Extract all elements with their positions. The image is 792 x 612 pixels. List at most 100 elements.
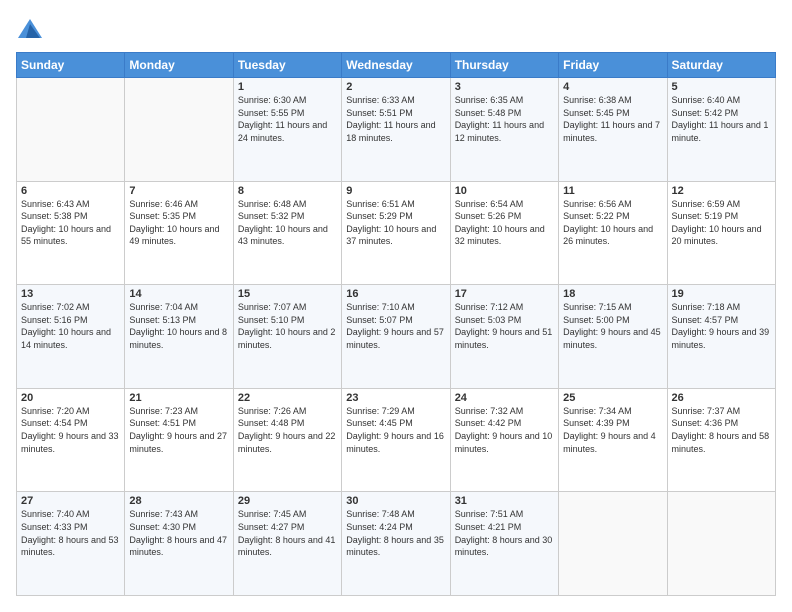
day-info: Sunrise: 7:04 AMSunset: 5:13 PMDaylight:… [129, 301, 228, 351]
weekday-header-sunday: Sunday [17, 53, 125, 78]
day-info: Sunrise: 7:40 AMSunset: 4:33 PMDaylight:… [21, 508, 120, 558]
day-number: 4 [563, 81, 662, 93]
day-number: 23 [346, 392, 445, 404]
day-cell: 24 Sunrise: 7:32 AMSunset: 4:42 PMDaylig… [450, 388, 558, 492]
day-info: Sunrise: 6:43 AMSunset: 5:38 PMDaylight:… [21, 198, 120, 248]
weekday-header-saturday: Saturday [667, 53, 775, 78]
day-info: Sunrise: 7:18 AMSunset: 4:57 PMDaylight:… [672, 301, 771, 351]
day-cell: 16 Sunrise: 7:10 AMSunset: 5:07 PMDaylig… [342, 285, 450, 389]
day-number: 14 [129, 288, 228, 300]
day-number: 28 [129, 495, 228, 507]
weekday-header-friday: Friday [559, 53, 667, 78]
day-number: 11 [563, 185, 662, 197]
page: SundayMondayTuesdayWednesdayThursdayFrid… [0, 0, 792, 612]
day-info: Sunrise: 7:26 AMSunset: 4:48 PMDaylight:… [238, 405, 337, 455]
day-cell: 7 Sunrise: 6:46 AMSunset: 5:35 PMDayligh… [125, 181, 233, 285]
day-number: 27 [21, 495, 120, 507]
day-number: 31 [455, 495, 554, 507]
day-info: Sunrise: 7:23 AMSunset: 4:51 PMDaylight:… [129, 405, 228, 455]
day-cell: 18 Sunrise: 7:15 AMSunset: 5:00 PMDaylig… [559, 285, 667, 389]
day-cell: 14 Sunrise: 7:04 AMSunset: 5:13 PMDaylig… [125, 285, 233, 389]
day-cell: 3 Sunrise: 6:35 AMSunset: 5:48 PMDayligh… [450, 78, 558, 182]
day-info: Sunrise: 6:46 AMSunset: 5:35 PMDaylight:… [129, 198, 228, 248]
day-number: 18 [563, 288, 662, 300]
day-cell: 15 Sunrise: 7:07 AMSunset: 5:10 PMDaylig… [233, 285, 341, 389]
day-cell: 23 Sunrise: 7:29 AMSunset: 4:45 PMDaylig… [342, 388, 450, 492]
day-cell: 30 Sunrise: 7:48 AMSunset: 4:24 PMDaylig… [342, 492, 450, 596]
day-cell: 17 Sunrise: 7:12 AMSunset: 5:03 PMDaylig… [450, 285, 558, 389]
week-row-3: 13 Sunrise: 7:02 AMSunset: 5:16 PMDaylig… [17, 285, 776, 389]
day-cell: 25 Sunrise: 7:34 AMSunset: 4:39 PMDaylig… [559, 388, 667, 492]
day-info: Sunrise: 7:12 AMSunset: 5:03 PMDaylight:… [455, 301, 554, 351]
day-number: 16 [346, 288, 445, 300]
weekday-header-monday: Monday [125, 53, 233, 78]
day-number: 3 [455, 81, 554, 93]
day-cell: 4 Sunrise: 6:38 AMSunset: 5:45 PMDayligh… [559, 78, 667, 182]
day-cell: 12 Sunrise: 6:59 AMSunset: 5:19 PMDaylig… [667, 181, 775, 285]
day-info: Sunrise: 6:48 AMSunset: 5:32 PMDaylight:… [238, 198, 337, 248]
week-row-5: 27 Sunrise: 7:40 AMSunset: 4:33 PMDaylig… [17, 492, 776, 596]
day-number: 25 [563, 392, 662, 404]
day-number: 2 [346, 81, 445, 93]
day-info: Sunrise: 7:02 AMSunset: 5:16 PMDaylight:… [21, 301, 120, 351]
day-cell: 10 Sunrise: 6:54 AMSunset: 5:26 PMDaylig… [450, 181, 558, 285]
day-info: Sunrise: 7:45 AMSunset: 4:27 PMDaylight:… [238, 508, 337, 558]
day-number: 5 [672, 81, 771, 93]
day-info: Sunrise: 7:43 AMSunset: 4:30 PMDaylight:… [129, 508, 228, 558]
day-cell: 19 Sunrise: 7:18 AMSunset: 4:57 PMDaylig… [667, 285, 775, 389]
day-number: 7 [129, 185, 228, 197]
logo [16, 16, 48, 44]
day-number: 22 [238, 392, 337, 404]
day-info: Sunrise: 7:51 AMSunset: 4:21 PMDaylight:… [455, 508, 554, 558]
day-cell: 26 Sunrise: 7:37 AMSunset: 4:36 PMDaylig… [667, 388, 775, 492]
day-number: 21 [129, 392, 228, 404]
day-info: Sunrise: 7:37 AMSunset: 4:36 PMDaylight:… [672, 405, 771, 455]
day-cell: 5 Sunrise: 6:40 AMSunset: 5:42 PMDayligh… [667, 78, 775, 182]
day-cell: 22 Sunrise: 7:26 AMSunset: 4:48 PMDaylig… [233, 388, 341, 492]
day-number: 12 [672, 185, 771, 197]
day-info: Sunrise: 7:07 AMSunset: 5:10 PMDaylight:… [238, 301, 337, 351]
day-info: Sunrise: 7:20 AMSunset: 4:54 PMDaylight:… [21, 405, 120, 455]
day-cell [125, 78, 233, 182]
day-info: Sunrise: 7:15 AMSunset: 5:00 PMDaylight:… [563, 301, 662, 351]
calendar-table: SundayMondayTuesdayWednesdayThursdayFrid… [16, 52, 776, 596]
day-info: Sunrise: 6:54 AMSunset: 5:26 PMDaylight:… [455, 198, 554, 248]
day-number: 9 [346, 185, 445, 197]
day-cell: 21 Sunrise: 7:23 AMSunset: 4:51 PMDaylig… [125, 388, 233, 492]
day-info: Sunrise: 6:33 AMSunset: 5:51 PMDaylight:… [346, 94, 445, 144]
day-number: 24 [455, 392, 554, 404]
day-number: 8 [238, 185, 337, 197]
day-cell [667, 492, 775, 596]
day-cell: 13 Sunrise: 7:02 AMSunset: 5:16 PMDaylig… [17, 285, 125, 389]
day-number: 29 [238, 495, 337, 507]
day-info: Sunrise: 7:32 AMSunset: 4:42 PMDaylight:… [455, 405, 554, 455]
header [16, 16, 776, 44]
day-number: 10 [455, 185, 554, 197]
day-info: Sunrise: 6:40 AMSunset: 5:42 PMDaylight:… [672, 94, 771, 144]
day-info: Sunrise: 7:29 AMSunset: 4:45 PMDaylight:… [346, 405, 445, 455]
day-info: Sunrise: 6:51 AMSunset: 5:29 PMDaylight:… [346, 198, 445, 248]
day-cell: 9 Sunrise: 6:51 AMSunset: 5:29 PMDayligh… [342, 181, 450, 285]
day-info: Sunrise: 7:48 AMSunset: 4:24 PMDaylight:… [346, 508, 445, 558]
day-cell: 1 Sunrise: 6:30 AMSunset: 5:55 PMDayligh… [233, 78, 341, 182]
day-info: Sunrise: 7:34 AMSunset: 4:39 PMDaylight:… [563, 405, 662, 455]
day-number: 6 [21, 185, 120, 197]
day-info: Sunrise: 6:35 AMSunset: 5:48 PMDaylight:… [455, 94, 554, 144]
weekday-header-tuesday: Tuesday [233, 53, 341, 78]
day-info: Sunrise: 6:56 AMSunset: 5:22 PMDaylight:… [563, 198, 662, 248]
weekday-header-wednesday: Wednesday [342, 53, 450, 78]
day-number: 15 [238, 288, 337, 300]
day-cell: 20 Sunrise: 7:20 AMSunset: 4:54 PMDaylig… [17, 388, 125, 492]
day-info: Sunrise: 6:59 AMSunset: 5:19 PMDaylight:… [672, 198, 771, 248]
weekday-header-thursday: Thursday [450, 53, 558, 78]
day-info: Sunrise: 7:10 AMSunset: 5:07 PMDaylight:… [346, 301, 445, 351]
day-cell [17, 78, 125, 182]
day-cell: 31 Sunrise: 7:51 AMSunset: 4:21 PMDaylig… [450, 492, 558, 596]
week-row-1: 1 Sunrise: 6:30 AMSunset: 5:55 PMDayligh… [17, 78, 776, 182]
day-cell: 29 Sunrise: 7:45 AMSunset: 4:27 PMDaylig… [233, 492, 341, 596]
day-cell: 27 Sunrise: 7:40 AMSunset: 4:33 PMDaylig… [17, 492, 125, 596]
logo-icon [16, 16, 44, 44]
weekday-header-row: SundayMondayTuesdayWednesdayThursdayFrid… [17, 53, 776, 78]
day-cell: 28 Sunrise: 7:43 AMSunset: 4:30 PMDaylig… [125, 492, 233, 596]
day-number: 19 [672, 288, 771, 300]
